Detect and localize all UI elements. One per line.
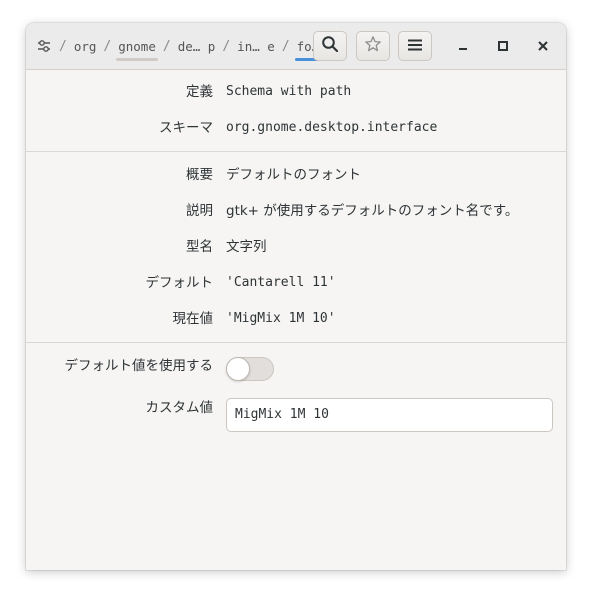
close-icon (537, 37, 549, 56)
type-label: 型名 (186, 239, 213, 255)
summary-label: 概要 (186, 167, 213, 183)
search-icon (321, 35, 339, 57)
current-value-row: 現在値 'MigMix 1M 10' (26, 307, 566, 331)
breadcrumb-label: gnome (118, 38, 156, 54)
settings-sliders-icon[interactable] (36, 38, 52, 54)
breadcrumb-item-gnome[interactable]: gnome (114, 23, 160, 69)
hamburger-menu-icon (407, 37, 423, 56)
breadcrumb-separator: / (103, 38, 112, 54)
breadcrumb: / org / gnome / de… p / in… e / fo… e (36, 23, 338, 69)
default-row: デフォルト 'Cantarell 11' (26, 271, 566, 295)
minimize-icon (457, 37, 469, 56)
bookmark-button[interactable] (356, 31, 390, 61)
schema-label: スキーマ (159, 120, 213, 136)
breadcrumb-label: de… p (177, 38, 216, 54)
star-icon (364, 35, 382, 57)
switch-knob (226, 357, 250, 381)
minimize-button[interactable] (451, 34, 475, 58)
search-button[interactable] (313, 31, 347, 61)
schema-row: スキーマ org.gnome.desktop.interface (26, 116, 566, 140)
breadcrumb-item-org[interactable]: org (70, 23, 101, 69)
breadcrumb-label: in… e (237, 38, 275, 54)
description-value: gtk+ が使用するデフォルトのフォント名です。 (226, 203, 519, 219)
default-label: デフォルト (145, 275, 214, 291)
definition-value: Schema with path (226, 84, 352, 99)
type-row: 型名 文字列 (26, 235, 566, 259)
use-default-row: デフォルト値を使用する (26, 354, 566, 378)
breadcrumb-item-desktop[interactable]: de… p (174, 23, 220, 69)
use-default-label: デフォルト値を使用する (64, 358, 214, 374)
type-value: 文字列 (226, 239, 267, 255)
close-button[interactable] (531, 34, 555, 58)
breadcrumb-separator: / (281, 38, 290, 54)
maximize-button[interactable] (491, 34, 515, 58)
header-bar: / org / gnome / de… p / in… e / fo… e (26, 23, 566, 70)
definition-label: 定義 (186, 84, 213, 100)
breadcrumb-item-interface[interactable]: in… e (233, 23, 279, 69)
breadcrumb-separator: / (162, 38, 171, 54)
main-menu-button[interactable] (398, 31, 432, 61)
section-divider (26, 342, 566, 343)
breadcrumb-separator: / (222, 38, 231, 54)
summary-value: デフォルトのフォント (226, 167, 361, 183)
breadcrumb-history-underline (116, 58, 158, 61)
use-default-switch[interactable] (226, 357, 274, 381)
default-value: 'Cantarell 11' (226, 275, 336, 290)
maximize-icon (497, 37, 509, 56)
description-row: 説明 gtk+ が使用するデフォルトのフォント名です。 (26, 199, 566, 223)
description-label: 説明 (186, 203, 213, 219)
custom-value-label: カスタム値 (145, 400, 214, 416)
definition-row: 定義 Schema with path (26, 80, 566, 104)
current-value: 'MigMix 1M 10' (226, 311, 336, 326)
section-divider (26, 151, 566, 152)
dconf-editor-window: / org / gnome / de… p / in… e / fo… e (26, 23, 566, 570)
breadcrumb-separator: / (59, 38, 67, 54)
custom-value-input[interactable]: MigMix 1M 10 (226, 398, 553, 432)
current-value-label: 現在値 (172, 311, 214, 327)
schema-value: org.gnome.desktop.interface (226, 120, 438, 135)
breadcrumb-label: org (73, 38, 97, 54)
summary-row: 概要 デフォルトのフォント (26, 163, 566, 187)
